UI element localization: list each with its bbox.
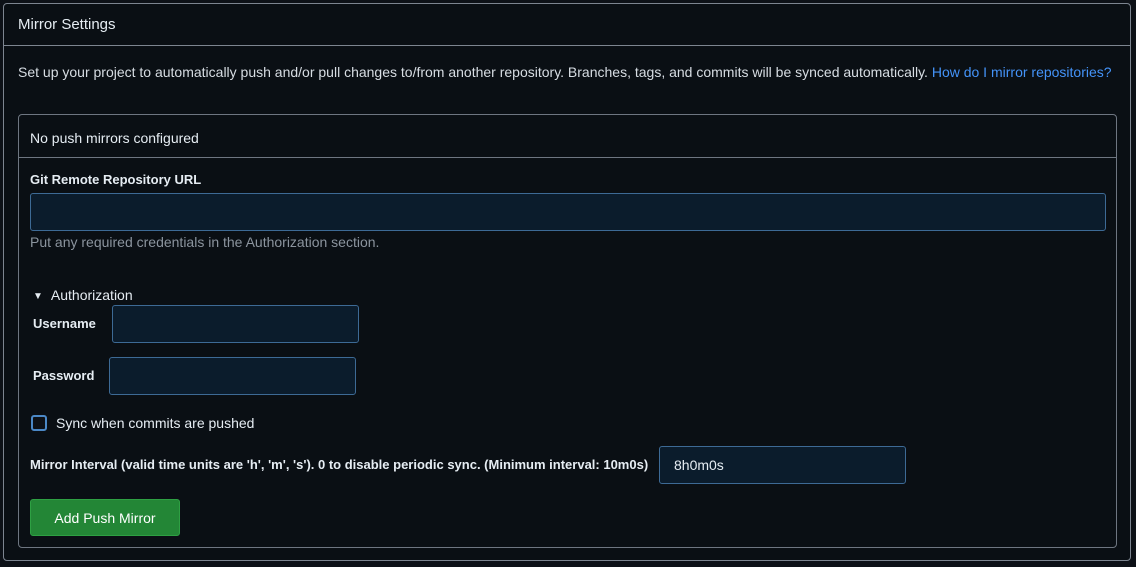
add-push-mirror-button[interactable]: Add Push Mirror [30, 499, 180, 536]
panel-title: Mirror Settings [4, 4, 1130, 46]
mirror-help-link[interactable]: How do I mirror repositories? [932, 64, 1112, 80]
remote-url-input[interactable] [30, 193, 1106, 231]
mirror-interval-input[interactable] [659, 446, 906, 484]
authorization-toggle[interactable]: ▼ Authorization [33, 287, 133, 303]
username-label: Username [33, 316, 96, 331]
authorization-label: Authorization [50, 287, 133, 303]
no-push-mirrors-message: No push mirrors configured [19, 115, 1116, 158]
push-mirror-box: No push mirrors configured Git Remote Re… [18, 114, 1117, 548]
sync-on-push-checkbox[interactable] [31, 415, 47, 431]
caret-down-icon: ▼ [33, 291, 43, 302]
password-input[interactable] [109, 357, 356, 395]
mirror-interval-label: Mirror Interval (valid time units are 'h… [30, 457, 649, 472]
mirror-settings-panel: Mirror Settings Set up your project to a… [3, 3, 1131, 561]
sync-on-push-label[interactable]: Sync when commits are pushed [56, 415, 254, 431]
password-label: Password [33, 368, 95, 383]
url-label: Git Remote Repository URL [30, 172, 202, 187]
url-help-text: Put any required credentials in the Auth… [30, 234, 380, 250]
intro-description: Set up your project to automatically pus… [18, 62, 1113, 82]
username-input[interactable] [112, 305, 359, 343]
intro-text: Set up your project to automatically pus… [18, 64, 932, 80]
